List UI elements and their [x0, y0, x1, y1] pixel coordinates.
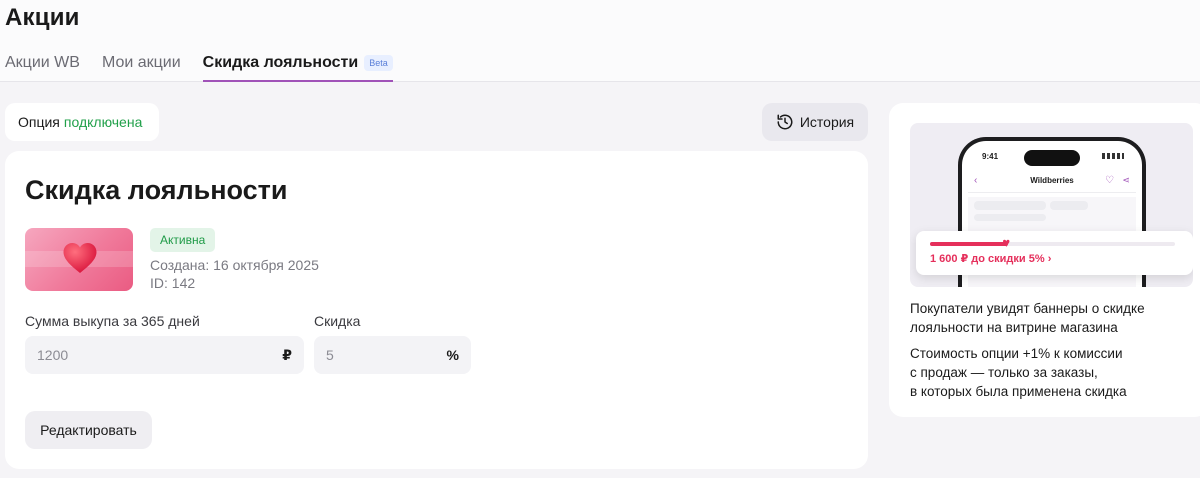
loyalty-banner: ♥ 1 600 ₽ до скидки 5% › [916, 231, 1193, 275]
page-title: Акции [5, 4, 80, 31]
info-text-banners: Покупатели увидят баннеры о скидке лояль… [910, 301, 1145, 335]
loyalty-progress-fill [930, 242, 1009, 246]
phone-app-bar: ‹ Wildberries ♡ ⋖ [968, 171, 1136, 193]
option-status: Опция подключена [5, 103, 159, 141]
info-text-cost-line: в которых была применена скидка [910, 384, 1127, 399]
phone-time: 9:41 [982, 152, 999, 161]
purchase-sum-field[interactable]: 1200 ₽ [25, 336, 304, 374]
tab-wb-promotions[interactable]: Акции WB [5, 54, 80, 82]
heart-icon [63, 243, 97, 273]
promo-id: ID: 142 [150, 275, 196, 291]
progress-heart-icon: ♥ [1002, 235, 1011, 250]
history-button-label: История [799, 114, 855, 130]
skeleton-line [974, 201, 1046, 210]
history-icon [777, 114, 793, 130]
info-card: 9:41 ‹ Wildberries ♡ ⋖ ♥ 1 600 ₽ до скид… [889, 103, 1200, 417]
purchase-sum-value: 1200 [37, 347, 69, 363]
discount-value: 5 [326, 347, 334, 363]
phone-illustration: 9:41 ‹ Wildberries ♡ ⋖ ♥ 1 600 ₽ до скид… [910, 123, 1193, 287]
discount-field[interactable]: 5 % [314, 336, 471, 374]
edit-button[interactable]: Редактировать [25, 411, 152, 449]
promo-title: Скидка лояльности [25, 175, 288, 205]
info-text-cost: Стоимость опции +1% к комиссии с продаж … [910, 344, 1190, 401]
page-header: Акции Акции WB Мои акции Скидка лояльнос… [0, 0, 1200, 82]
phone-notch [1024, 150, 1080, 166]
signal-icon [1102, 153, 1124, 159]
promo-image [25, 228, 133, 291]
loyalty-banner-text: 1 600 ₽ до скидки 5% › [930, 253, 1052, 265]
info-text-cost-line: с продаж — только за заказы, [910, 365, 1098, 380]
discount-label: Скидка [314, 313, 361, 329]
option-status-value: подключена [63, 114, 143, 130]
share-icon: ⋖ [1122, 175, 1130, 185]
tab-loyalty-discount-label: Скидка лояльности [202, 54, 359, 71]
created-date: Создана: 16 октября 2025 [150, 257, 319, 273]
promo-card: Скидка лояльности Активна Создана: 16 ок… [5, 151, 868, 469]
percent-unit: % [446, 347, 459, 363]
status-badge: Активна [150, 228, 216, 252]
tab-my-promotions[interactable]: Мои акции [102, 54, 181, 82]
skeleton-line [1050, 201, 1088, 210]
loyalty-progress-track [930, 242, 1175, 246]
purchase-sum-label: Сумма выкупа за 365 дней [25, 313, 200, 329]
tab-loyalty-discount[interactable]: Скидка лояльности Beta [202, 54, 393, 82]
option-status-prefix: Опция [18, 114, 60, 130]
history-button[interactable]: История [762, 103, 868, 141]
skeleton-line [974, 214, 1046, 221]
favorite-icon: ♡ [1105, 175, 1114, 186]
info-text-cost-line: Стоимость опции +1% к комиссии [910, 346, 1123, 361]
beta-badge: Beta [364, 55, 393, 71]
tab-bar: Акции WB Мои акции Скидка лояльности Bet… [5, 54, 415, 82]
ruble-unit: ₽ [282, 346, 292, 363]
